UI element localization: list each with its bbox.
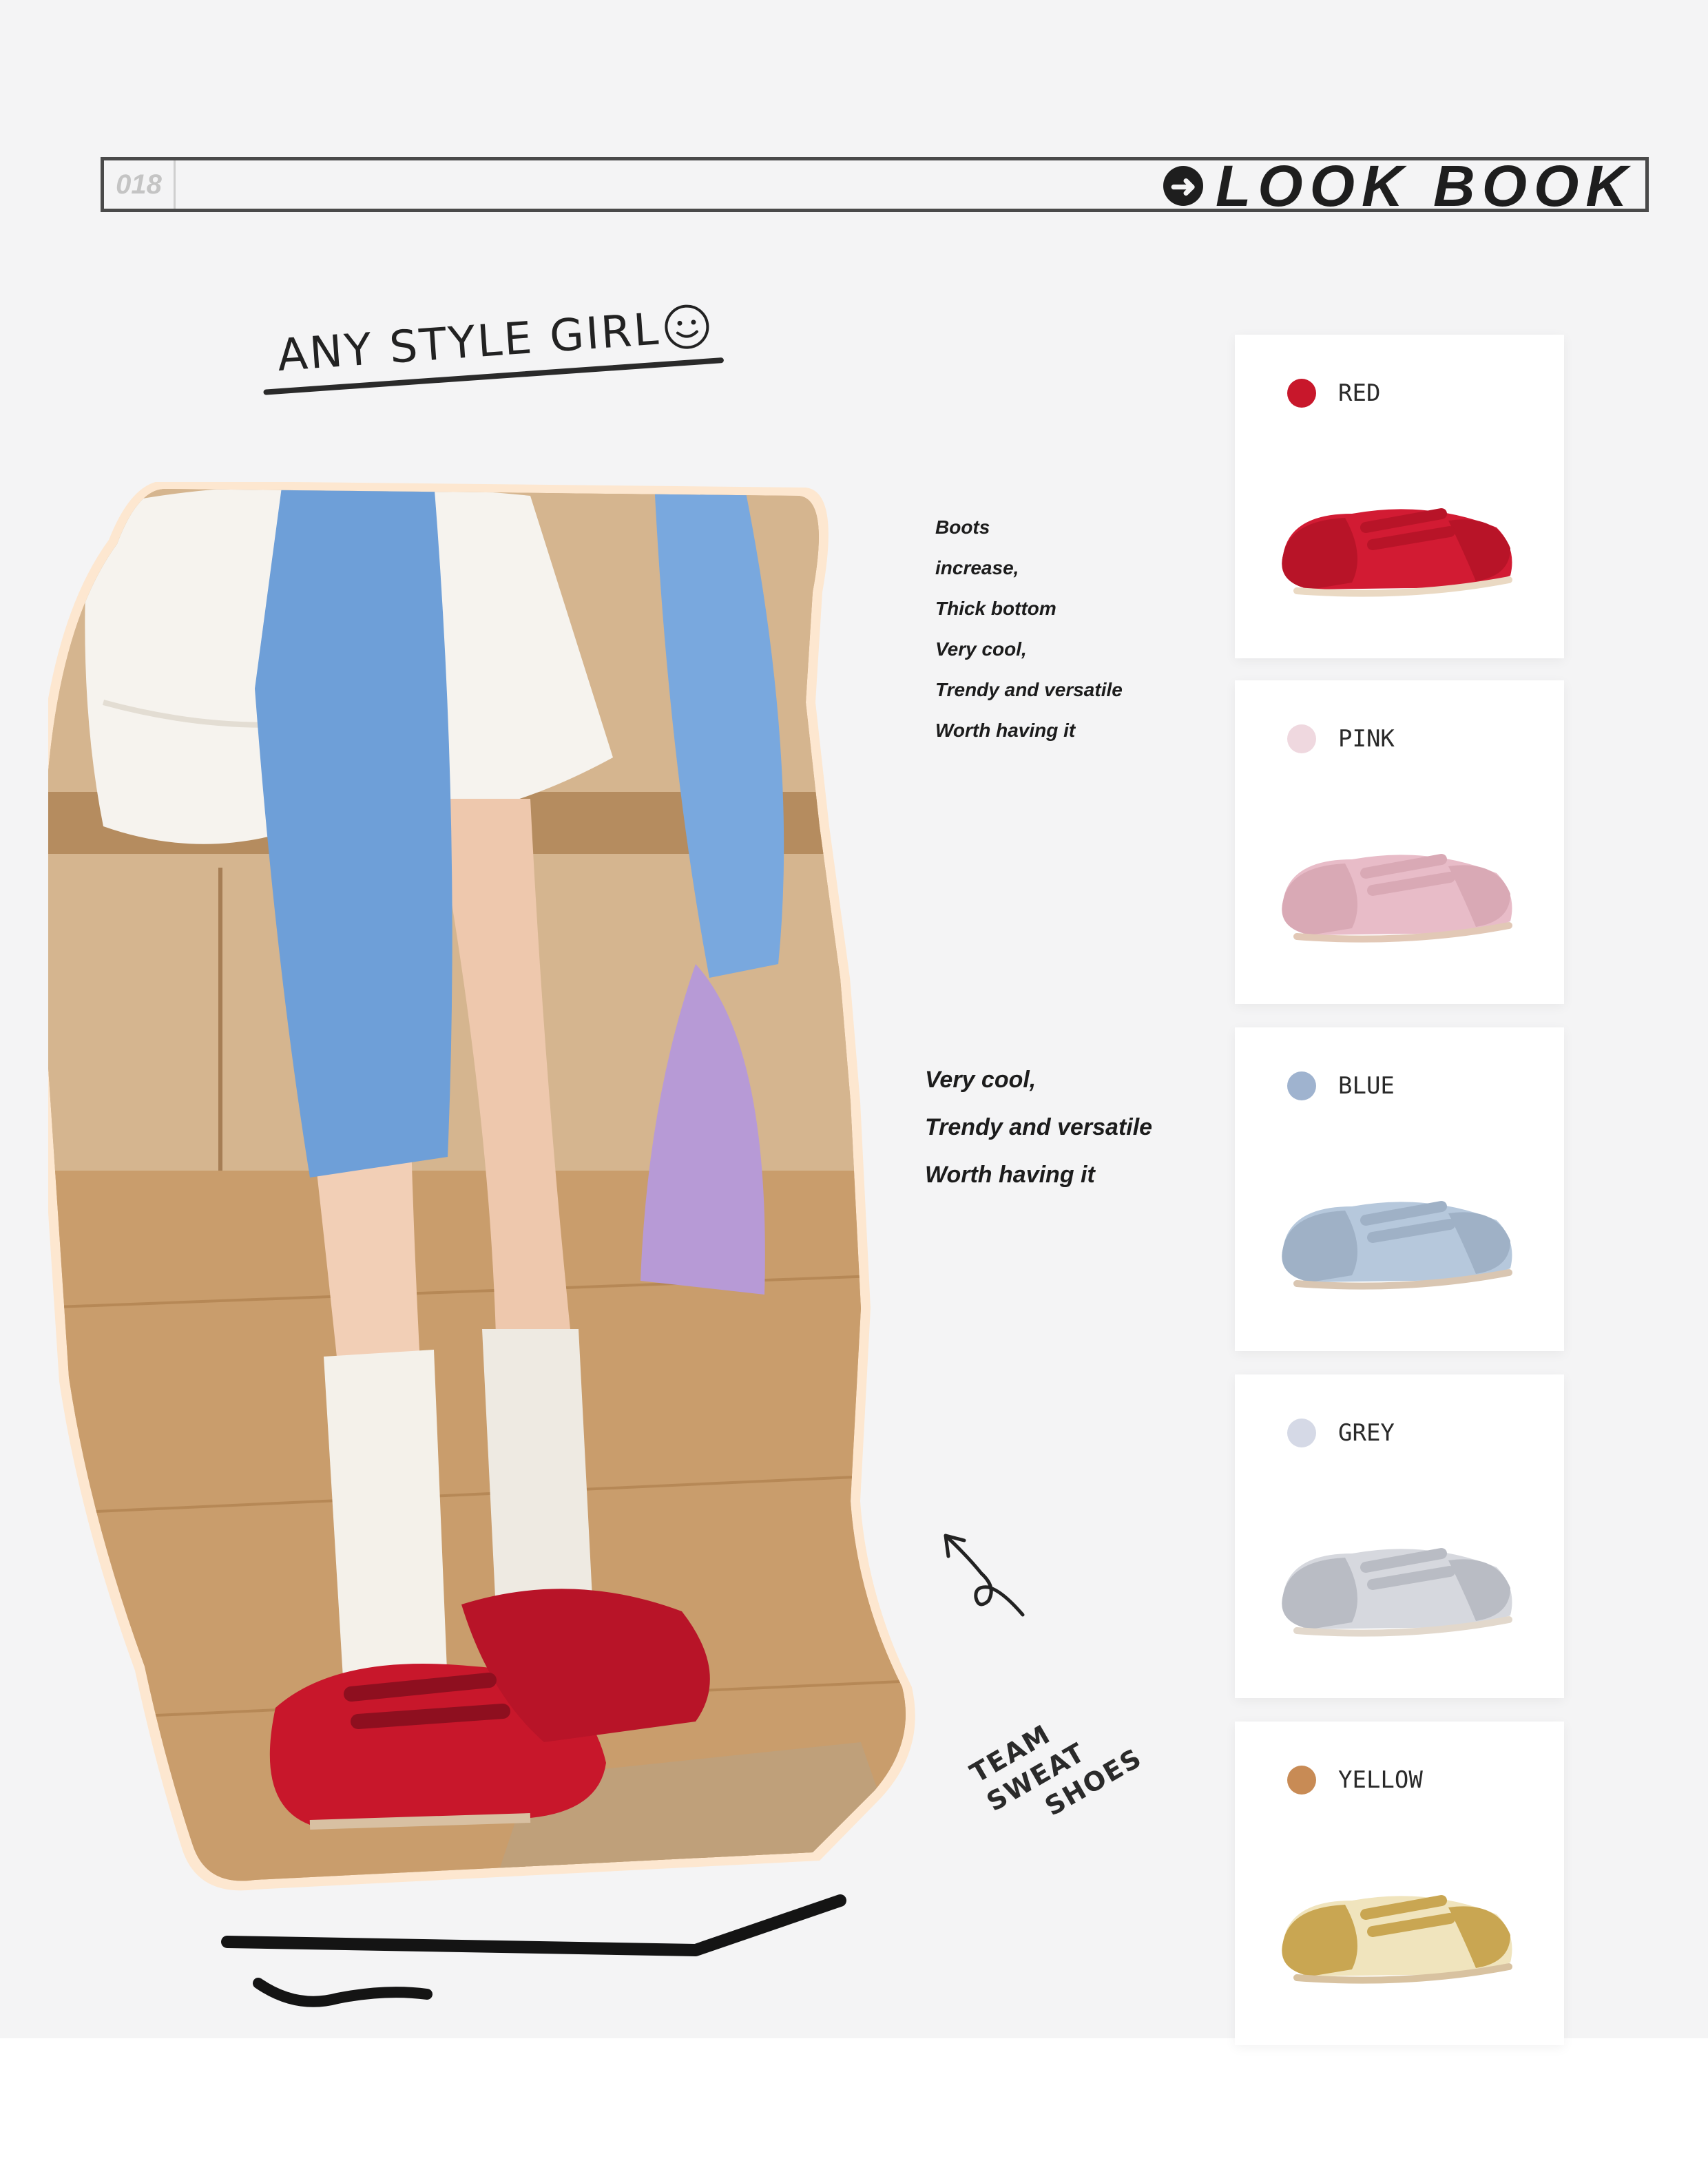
- color-label: RED: [1338, 379, 1381, 407]
- shoe-image: [1282, 508, 1512, 597]
- color-swatch: [1287, 724, 1316, 753]
- color-swatch: [1287, 1419, 1316, 1447]
- shoe-image: [1282, 1201, 1512, 1290]
- page-number: 018: [104, 160, 176, 209]
- arrow-right-icon: ➜: [1163, 166, 1203, 206]
- color-swatch: [1287, 1766, 1316, 1795]
- smiley-icon: [665, 304, 709, 349]
- color-label: PINK: [1338, 725, 1395, 753]
- lookbook-title-group: ➜ LOOK BOOK: [1163, 154, 1634, 218]
- description-block-1: Boots increase, Thick bottom Very cool, …: [935, 514, 1123, 757]
- color-label: GREY: [1338, 1419, 1395, 1447]
- shoe-image: [1282, 1895, 1512, 1984]
- ink-brush-strokes: [221, 1894, 846, 2007]
- lifestyle-photo: [48, 482, 915, 1891]
- color-card-pink[interactable]: PINK: [1235, 680, 1564, 1004]
- description-block-2: Very cool, Trendy and versatile Worth ha…: [925, 1065, 1152, 1207]
- header-banner: 018 ➜ LOOK BOOK: [101, 154, 1649, 218]
- description-line: Boots: [935, 516, 990, 538]
- shoe-image: [1282, 1548, 1512, 1637]
- description-line: Trendy and versatile: [925, 1114, 1153, 1140]
- shoe-image: [1282, 854, 1512, 943]
- swirl-arrow-icon: [944, 1534, 1025, 1617]
- color-card-yellow[interactable]: YELLOW: [1235, 1722, 1564, 2045]
- description-line: Worth having it: [935, 720, 1076, 741]
- description-line: Very cool,: [935, 638, 1027, 660]
- description-line: increase,: [935, 557, 1019, 578]
- description-line: Thick bottom: [935, 598, 1056, 619]
- description-line: Very cool,: [925, 1067, 1037, 1093]
- color-card-red[interactable]: RED: [1235, 335, 1564, 658]
- color-card-blue[interactable]: BLUE: [1235, 1027, 1564, 1351]
- color-card-grey[interactable]: GREY: [1235, 1374, 1564, 1698]
- color-label: YELLOW: [1338, 1766, 1423, 1794]
- description-line: Worth having it: [925, 1162, 1095, 1188]
- color-swatch: [1287, 1071, 1316, 1100]
- color-label: BLUE: [1338, 1072, 1395, 1100]
- color-swatch: [1287, 379, 1316, 408]
- page-title: LOOK BOOK: [1216, 153, 1634, 218]
- description-line: Trendy and versatile: [935, 679, 1123, 700]
